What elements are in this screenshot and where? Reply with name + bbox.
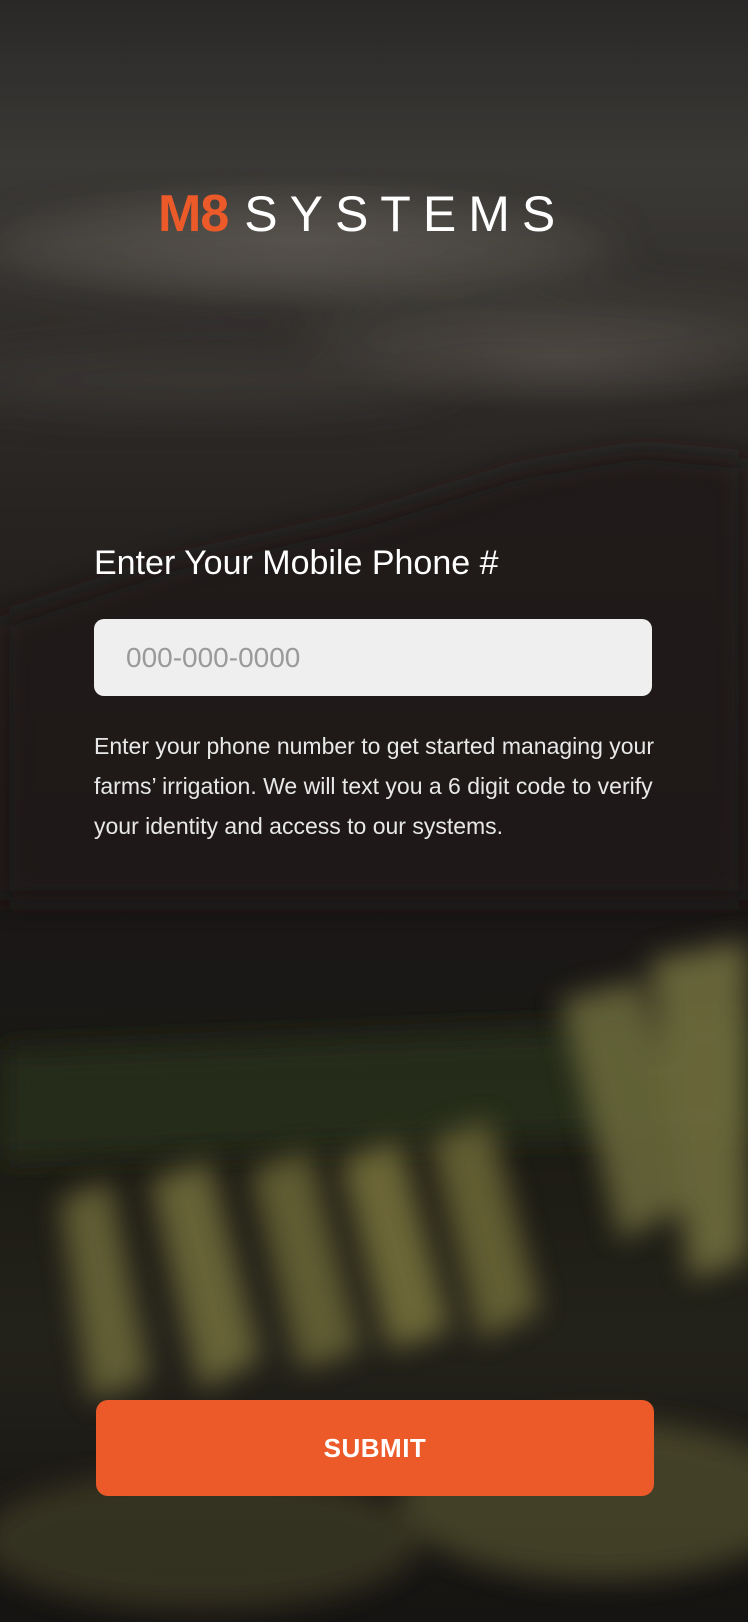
logo-wordmark: SYSTEMS bbox=[244, 186, 568, 242]
page-title: Enter Your Mobile Phone # bbox=[94, 544, 499, 582]
login-screen: M8 SYSTEMS Enter Your Mobile Phone # Ent… bbox=[0, 0, 748, 1622]
logo-mark: M8 bbox=[158, 185, 229, 243]
submit-button[interactable]: SUBMIT bbox=[96, 1400, 654, 1496]
phone-number-input[interactable] bbox=[94, 619, 652, 696]
brand-logo: M8 SYSTEMS bbox=[158, 186, 588, 242]
instructions-text: Enter your phone number to get started m… bbox=[94, 733, 655, 839]
